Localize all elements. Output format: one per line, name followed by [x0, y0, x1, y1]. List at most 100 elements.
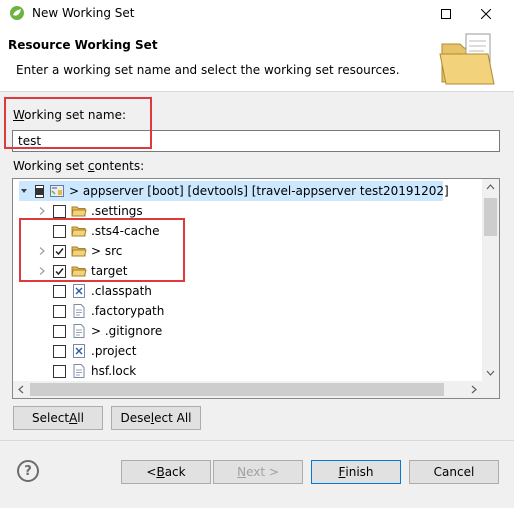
mnemonic: F [338, 465, 346, 479]
working-set-name-input[interactable] [12, 130, 500, 152]
tree-item-checkbox[interactable] [53, 324, 66, 338]
scroll-right-icon[interactable] [465, 381, 482, 398]
tree-item[interactable]: .classpath [37, 281, 152, 301]
expanded-arrow-icon[interactable] [19, 186, 29, 196]
tree-item-label: .classpath [91, 284, 152, 298]
close-icon [481, 9, 491, 19]
label-text: ect All [154, 411, 192, 425]
label-text: ontents: [94, 159, 145, 173]
tree-item[interactable]: hsf.lock [37, 361, 136, 381]
tree-item[interactable]: .sts4-cache [37, 221, 160, 241]
tree-item-checkbox[interactable] [53, 264, 66, 278]
scroll-corner [482, 381, 499, 398]
tree-item-checkbox[interactable] [53, 344, 66, 358]
tree-item[interactable]: > src [37, 241, 122, 261]
tree-item-label: > .gitignore [91, 324, 163, 338]
file-icon [71, 323, 87, 339]
tree-item[interactable]: target [37, 261, 128, 281]
working-set-name-label: Working set name: [13, 108, 126, 122]
tree-item-checkbox[interactable] [35, 184, 44, 198]
tree-item-label: > src [91, 244, 123, 258]
collapsed-arrow-icon[interactable] [37, 206, 47, 216]
scroll-thumb[interactable] [484, 198, 497, 236]
scroll-left-icon[interactable] [13, 381, 30, 398]
tree-item-checkbox[interactable] [53, 304, 66, 318]
label-text: inish [345, 465, 374, 479]
label-text: Working set [13, 159, 88, 173]
label-text: ext > [246, 465, 279, 479]
no-expander [37, 226, 47, 236]
window-title: New Working Set [32, 6, 135, 20]
title-bar: New Working Set [0, 0, 514, 28]
working-set-contents-label: Working set contents: [13, 159, 144, 173]
no-expander [37, 286, 47, 296]
help-icon: ? [24, 463, 32, 479]
vertical-scrollbar[interactable] [482, 179, 499, 381]
folder-banner-icon [439, 33, 495, 85]
file-icon [71, 363, 87, 379]
collapsed-arrow-icon[interactable] [37, 266, 47, 276]
mnemonic: W [13, 108, 25, 122]
project-icon [49, 183, 65, 199]
no-expander [37, 326, 47, 336]
label-text: Dese [120, 411, 151, 425]
next-button[interactable]: Next > [213, 460, 303, 484]
select-all-button[interactable]: Select All [13, 406, 103, 430]
tree-item-label: .factorypath [91, 304, 165, 318]
tree-item[interactable]: > .gitignore [37, 321, 162, 341]
wizard-header: Resource Working Set Enter a working set… [0, 28, 514, 92]
label-text: ack [164, 465, 186, 479]
page-description: Enter a working set name and select the … [16, 63, 400, 77]
tree-item-checkbox[interactable] [53, 224, 66, 238]
maximize-button[interactable] [428, 0, 464, 28]
back-button[interactable]: < Back [121, 460, 211, 484]
label-text: orking set name: [24, 108, 126, 122]
folder-icon [71, 243, 87, 259]
no-expander [37, 306, 47, 316]
xml-file-icon [71, 283, 87, 299]
resource-tree[interactable]: > appserver [boot] [devtools] [travel-ap… [12, 178, 500, 399]
tree-item-label: > appserver [boot] [devtools] [travel-ap… [69, 184, 449, 198]
folder-icon [71, 263, 87, 279]
mnemonic: N [237, 465, 247, 479]
tree-item-checkbox[interactable] [53, 364, 66, 378]
page-title: Resource Working Set [8, 38, 158, 52]
finish-button[interactable]: Finish [311, 460, 401, 484]
tree-item[interactable]: .project [37, 341, 136, 361]
scroll-down-icon[interactable] [482, 364, 499, 381]
mnemonic: A [69, 411, 78, 425]
mnemonic: B [156, 465, 165, 479]
footer-separator [0, 440, 514, 441]
label-text: ll [77, 411, 84, 425]
tree-item[interactable]: .settings [37, 201, 143, 221]
tree-item-label: hsf.lock [91, 364, 137, 378]
tree-item-checkbox[interactable] [53, 204, 66, 218]
label-text: Cancel [433, 465, 475, 479]
scroll-up-icon[interactable] [482, 179, 499, 196]
folder-icon [71, 223, 87, 239]
collapsed-arrow-icon[interactable] [37, 246, 47, 256]
tree-item[interactable]: .factorypath [37, 301, 164, 321]
cancel-button[interactable]: Cancel [409, 460, 499, 484]
tree-item-label: target [91, 264, 128, 278]
tree-item-label: .sts4-cache [91, 224, 160, 238]
deselect-all-button[interactable]: Dese l ect All [111, 406, 201, 430]
scroll-thumb[interactable] [30, 383, 444, 396]
close-button[interactable] [468, 0, 504, 28]
xml-file-icon [71, 343, 87, 359]
no-expander [37, 346, 47, 356]
folder-icon [71, 203, 87, 219]
tree-item[interactable]: > appserver [boot] [devtools] [travel-ap… [19, 181, 449, 201]
maximize-icon [441, 9, 451, 19]
no-expander [37, 366, 47, 376]
label-text: < [146, 465, 157, 479]
tree-item-label: .project [91, 344, 137, 358]
help-button[interactable]: ? [17, 460, 39, 482]
mnemonic: c [87, 159, 95, 173]
tree-item-checkbox[interactable] [53, 284, 66, 298]
spring-app-icon [10, 6, 24, 20]
file-icon [71, 303, 87, 319]
tree-item-checkbox[interactable] [53, 244, 66, 258]
horizontal-scrollbar[interactable] [13, 381, 482, 398]
tree-item-label: .settings [91, 204, 143, 218]
